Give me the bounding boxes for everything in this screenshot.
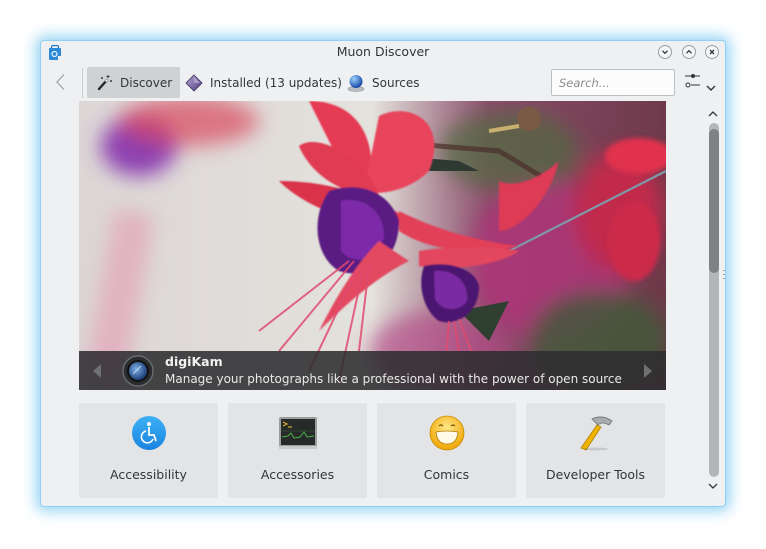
tab-label: Installed (13 updates) (210, 75, 342, 90)
chevron-down-icon (706, 85, 716, 91)
chevron-down-icon (708, 483, 718, 489)
title-bar[interactable]: Muon Discover (41, 41, 725, 63)
maximize-button[interactable] (682, 45, 696, 59)
category-developer-tools[interactable]: Developer Tools (526, 403, 665, 498)
diamond-package-icon (185, 73, 203, 92)
toolbar-separator (82, 68, 83, 98)
tab-label: Sources (372, 75, 420, 90)
tab-discover[interactable]: Discover (87, 67, 181, 98)
category-label: Accessories (260, 467, 335, 482)
camera-lens-icon (122, 355, 154, 387)
scroll-up-button[interactable] (707, 109, 719, 119)
settings-menu-button[interactable] (683, 71, 719, 95)
tab-installed[interactable]: Installed (13 updates) (177, 67, 350, 98)
category-accessibility[interactable]: Accessibility (79, 403, 218, 498)
close-icon (709, 49, 715, 55)
previous-featured-button[interactable] (92, 363, 102, 379)
category-comics[interactable]: Comics (377, 403, 516, 498)
search-input[interactable] (551, 69, 675, 96)
triangle-right-icon (644, 364, 652, 378)
category-label: Developer Tools (545, 467, 646, 482)
grinning-face-icon (429, 415, 464, 451)
window-title: Muon Discover (336, 44, 430, 59)
tab-sources[interactable]: Sources (339, 67, 427, 98)
back-button[interactable] (53, 73, 69, 91)
globe-network-icon (347, 74, 365, 92)
category-label: Accessibility (110, 467, 187, 482)
vertical-scrollbar[interactable] (705, 103, 721, 497)
triangle-left-icon (93, 364, 101, 378)
minimize-button[interactable] (658, 45, 672, 59)
scroll-down-button[interactable] (707, 481, 719, 491)
category-grid: Accessibility Accessories Comics Develop… (79, 403, 666, 498)
next-featured-button[interactable] (643, 363, 653, 379)
category-accessories[interactable]: Accessories (228, 403, 367, 498)
app-window: Muon Discover Discover Installed (13 upd… (40, 40, 726, 507)
minimize-icon (662, 50, 668, 55)
resize-grip-icon[interactable] (723, 269, 725, 281)
featured-app-name[interactable]: digiKam (165, 354, 223, 369)
scrollbar-handle[interactable] (709, 129, 719, 273)
wheelchair-icon (131, 416, 166, 450)
magic-wand-icon (97, 74, 112, 90)
chevron-up-icon (708, 111, 718, 117)
toolbar: Discover Installed (13 updates) Sources (41, 65, 725, 101)
featured-app-description: Manage your photographs like a professio… (165, 372, 622, 386)
terminal-monitor-icon (278, 417, 317, 449)
settings-sliders-icon (685, 74, 700, 88)
featured-caption-bar: digiKam Manage your photographs like a p… (79, 351, 666, 390)
discover-page: digiKam Manage your photographs like a p… (79, 101, 666, 499)
close-button[interactable] (705, 45, 719, 59)
hammer-icon (579, 416, 613, 451)
featured-photo (79, 101, 666, 390)
category-label: Comics (423, 467, 470, 482)
chevron-left-icon (56, 74, 65, 90)
maximize-icon (686, 49, 692, 54)
scrollbar-track[interactable] (709, 123, 719, 477)
featured-banner[interactable]: digiKam Manage your photographs like a p… (79, 101, 666, 390)
tab-label: Discover (120, 75, 173, 90)
